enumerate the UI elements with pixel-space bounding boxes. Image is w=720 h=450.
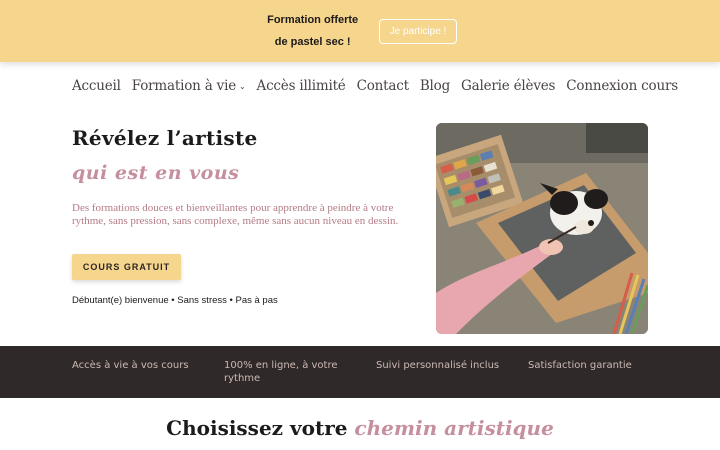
hero-image — [436, 123, 648, 334]
section-title-plain: Choisissez votre — [166, 416, 348, 440]
nav-item-contact[interactable]: Contact — [357, 78, 409, 94]
hero-tagline: Débutant(e) bienvenue • Sans stress • Pa… — [72, 295, 278, 306]
hero-subtitle: qui est en vous — [72, 162, 240, 184]
feature-personal-follow-up: Suivi personnalisé inclus — [376, 360, 500, 371]
section-title-accent: chemin artistique — [354, 416, 554, 440]
section-title: Choisissez votre chemin artistique — [0, 416, 720, 440]
chevron-down-icon: ⌄ — [239, 81, 246, 91]
nav-item-label: Galerie élèves — [461, 78, 556, 94]
nav-item-galerie[interactable]: Galerie élèves — [461, 78, 555, 94]
nav-item-label: Formation à vie — [131, 78, 236, 94]
nav-item-label: Contact — [356, 78, 409, 94]
nav-item-label: Accueil — [72, 78, 121, 94]
feature-lifetime-access: Accès à vie à vos cours — [72, 360, 189, 371]
free-course-button[interactable]: COURS GRATUIT — [72, 254, 181, 280]
nav-item-formation[interactable]: Formation à vie ⌄ — [132, 78, 246, 94]
nav-item-label: Connexion cours — [566, 78, 678, 94]
nav-item-label: Accès illimité — [256, 78, 346, 94]
main-nav: Accueil Formation à vie ⌄ Accès illimité … — [72, 76, 689, 96]
nav-item-blog[interactable]: Blog — [420, 78, 450, 94]
hero-title: Révélez l’artiste — [72, 126, 258, 150]
promo-text: Formation offerte de pastel sec ! — [267, 14, 359, 48]
pastel-painting-illustration — [436, 123, 648, 334]
participate-button[interactable]: Je participe ! — [378, 18, 458, 44]
nav-item-connexion[interactable]: Connexion cours — [566, 78, 678, 94]
features-band: Accès à vie à vos cours 100% en ligne, à… — [0, 346, 720, 398]
hero-description: Des formations douces et bienveillantes … — [72, 202, 399, 227]
nav-item-accueil[interactable]: Accueil — [72, 78, 121, 94]
promo-bar: Formation offerte de pastel sec ! Je par… — [0, 0, 720, 62]
nav-item-acces-illimite[interactable]: Accès illimité — [257, 78, 346, 94]
feature-satisfaction: Satisfaction garantie — [528, 360, 632, 371]
nav-item-label: Blog — [419, 78, 451, 94]
feature-online: 100% en ligne, à votre rythme — [224, 360, 338, 384]
